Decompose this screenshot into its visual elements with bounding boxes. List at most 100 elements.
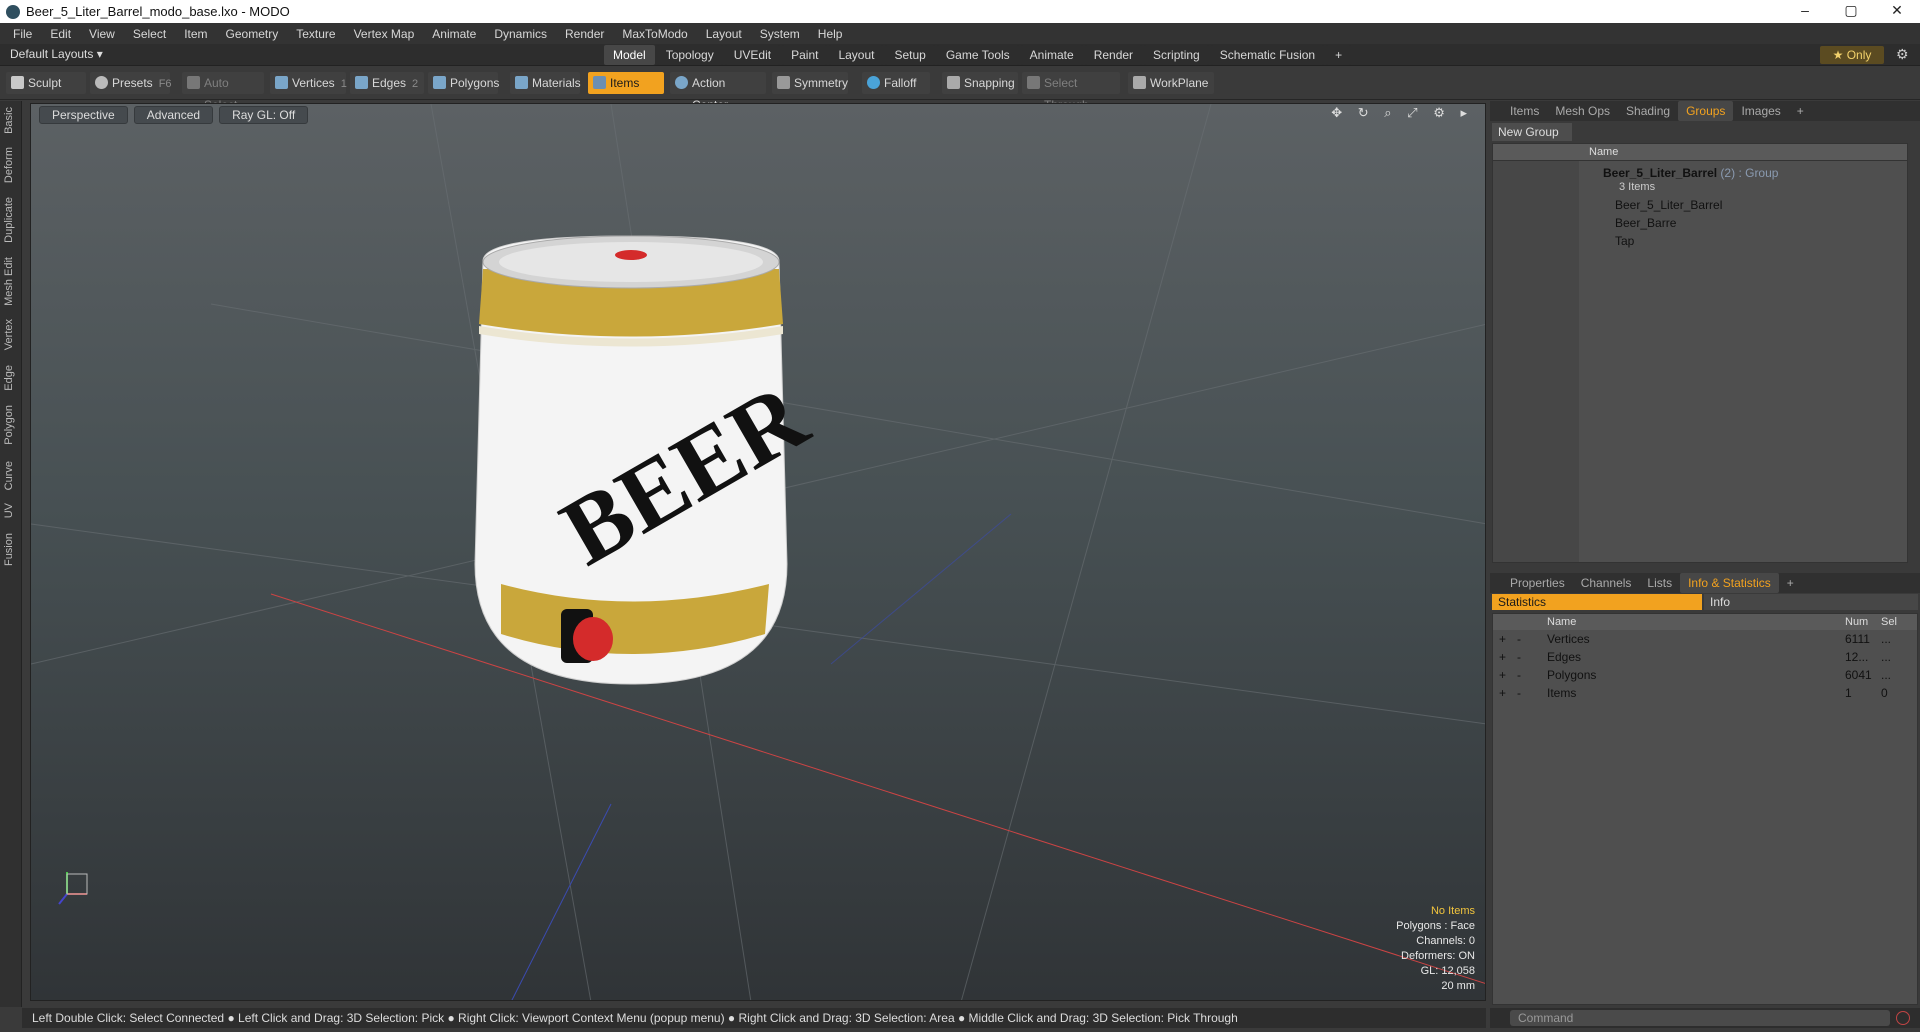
left-tab-uv[interactable]: UV bbox=[3, 503, 15, 518]
tab-channels[interactable]: Channels bbox=[1573, 573, 1640, 593]
tree-item-barrel[interactable]: Beer_5_Liter_Barrel bbox=[1493, 196, 1907, 214]
presets-button[interactable]: Presets F6 bbox=[90, 72, 172, 94]
tab-paint[interactable]: Paint bbox=[782, 45, 828, 65]
tab-mesh-ops[interactable]: Mesh Ops bbox=[1547, 101, 1618, 121]
vertices-button[interactable]: Vertices 1 bbox=[270, 72, 347, 94]
left-tab-mesh-edit[interactable]: Mesh Edit bbox=[3, 257, 15, 306]
add-stats-tab-button[interactable]: + bbox=[1779, 573, 1802, 593]
tab-render[interactable]: Render bbox=[1084, 45, 1143, 65]
tree-item-tap[interactable]: Tap bbox=[1493, 232, 1907, 250]
minimize-button[interactable]: – bbox=[1782, 0, 1828, 23]
items-button[interactable]: Items bbox=[588, 72, 664, 94]
subtab-info[interactable]: Info bbox=[1704, 594, 1918, 610]
polygons-button[interactable]: Polygons bbox=[428, 72, 499, 94]
tab-setup[interactable]: Setup bbox=[885, 45, 935, 65]
expand-plus-icon[interactable]: + bbox=[1499, 630, 1506, 648]
collapse-minus-icon[interactable]: - bbox=[1517, 684, 1521, 702]
expand-plus-icon[interactable]: + bbox=[1499, 684, 1506, 702]
maximize-button[interactable]: ▢ bbox=[1828, 0, 1874, 23]
menu-vertex-map[interactable]: Vertex Map bbox=[345, 27, 424, 41]
raygl-toggle[interactable]: Ray GL: Off bbox=[219, 106, 309, 124]
menu-file[interactable]: File bbox=[4, 27, 41, 41]
tab-uvedit[interactable]: UVEdit bbox=[724, 45, 781, 65]
menu-layout[interactable]: Layout bbox=[697, 27, 751, 41]
subtab-statistics[interactable]: Statistics bbox=[1492, 594, 1702, 610]
tab-lists[interactable]: Lists bbox=[1639, 573, 1680, 593]
tab-properties[interactable]: Properties bbox=[1502, 573, 1573, 593]
symmetry-button[interactable]: Symmetry bbox=[772, 72, 848, 94]
stats-row-sel: ... bbox=[1881, 632, 1892, 646]
table-row[interactable]: + - Polygons 6041 ... bbox=[1493, 666, 1917, 684]
left-tab-fusion[interactable]: Fusion bbox=[3, 533, 15, 566]
auto-select-icon bbox=[187, 76, 200, 89]
default-layouts-dropdown[interactable]: Default Layouts ▾ bbox=[10, 47, 103, 61]
add-tab-button[interactable]: + bbox=[1326, 45, 1352, 65]
record-icon[interactable] bbox=[1896, 1011, 1910, 1025]
materials-button[interactable]: Materials bbox=[510, 72, 581, 94]
tab-items[interactable]: Items bbox=[1502, 101, 1547, 121]
tab-info-statistics[interactable]: Info & Statistics bbox=[1680, 573, 1779, 593]
tab-game-tools[interactable]: Game Tools bbox=[936, 45, 1019, 65]
close-button[interactable]: ✕ bbox=[1874, 0, 1920, 23]
tab-groups[interactable]: Groups bbox=[1678, 101, 1734, 121]
left-tab-vertex[interactable]: Vertex bbox=[3, 319, 15, 350]
3d-viewport[interactable]: BEER Perspective Advanced Ray GL: Off ✥ … bbox=[30, 103, 1486, 1001]
perspective-dropdown[interactable]: Perspective bbox=[39, 106, 128, 124]
menu-dynamics[interactable]: Dynamics bbox=[485, 27, 556, 41]
advanced-dropdown[interactable]: Advanced bbox=[133, 106, 214, 124]
tab-shading[interactable]: Shading bbox=[1618, 101, 1678, 121]
left-tab-polygon[interactable]: Polygon bbox=[3, 405, 15, 445]
new-group-button[interactable]: New Group bbox=[1492, 123, 1572, 141]
left-tab-curve[interactable]: Curve bbox=[3, 461, 15, 490]
menu-texture[interactable]: Texture bbox=[287, 27, 344, 41]
sculpt-button[interactable]: Sculpt bbox=[6, 72, 86, 94]
tab-images[interactable]: Images bbox=[1733, 101, 1788, 121]
collapse-minus-icon[interactable]: - bbox=[1517, 648, 1521, 666]
left-tab-edge[interactable]: Edge bbox=[3, 365, 15, 391]
menu-item[interactable]: Item bbox=[175, 27, 216, 41]
falloff-icon bbox=[867, 76, 880, 89]
beer-barrel-model[interactable]: BEER bbox=[474, 235, 825, 685]
falloff-button[interactable]: Falloff bbox=[862, 72, 930, 94]
tab-model[interactable]: Model bbox=[604, 45, 655, 65]
action-center-button[interactable]: Action Center bbox=[670, 72, 766, 112]
tab-scripting[interactable]: Scripting bbox=[1144, 45, 1209, 65]
title-bar: Beer_5_Liter_Barrel_modo_base.lxo - MODO… bbox=[0, 0, 1920, 23]
tab-topology[interactable]: Topology bbox=[656, 45, 723, 65]
tab-schematic-fusion[interactable]: Schematic Fusion bbox=[1210, 45, 1325, 65]
select-through-button[interactable]: Select Through bbox=[1022, 72, 1120, 112]
menu-select[interactable]: Select bbox=[124, 27, 175, 41]
expand-plus-icon[interactable]: + bbox=[1499, 666, 1506, 684]
tree-item-beer-barre[interactable]: Beer_Barre bbox=[1493, 214, 1907, 232]
tab-animate[interactable]: Animate bbox=[1020, 45, 1083, 65]
menu-system[interactable]: System bbox=[751, 27, 809, 41]
edges-button[interactable]: Edges 2 bbox=[350, 72, 424, 94]
left-tool-tabs: Basic Deform Duplicate Mesh Edit Vertex … bbox=[0, 101, 22, 1007]
polygons-mode-text: Polygons : Face bbox=[1396, 920, 1475, 932]
add-panel-tab-button[interactable]: + bbox=[1789, 101, 1812, 121]
table-row[interactable]: + - Items 1 0 bbox=[1493, 684, 1917, 702]
table-row[interactable]: + - Vertices 6111 ... bbox=[1493, 630, 1917, 648]
command-input[interactable]: Command bbox=[1510, 1010, 1890, 1026]
only-toggle[interactable]: ★ Only bbox=[1820, 46, 1884, 64]
left-tab-basic[interactable]: Basic bbox=[3, 107, 15, 134]
menu-edit[interactable]: Edit bbox=[41, 27, 80, 41]
collapse-minus-icon[interactable]: - bbox=[1517, 630, 1521, 648]
workplane-button[interactable]: WorkPlane bbox=[1128, 72, 1214, 94]
left-tab-deform[interactable]: Deform bbox=[3, 147, 15, 183]
menu-view[interactable]: View bbox=[80, 27, 124, 41]
menu-animate[interactable]: Animate bbox=[423, 27, 485, 41]
menu-maxtomodo[interactable]: MaxToModo bbox=[613, 27, 696, 41]
tab-layout[interactable]: Layout bbox=[829, 45, 884, 65]
menu-render[interactable]: Render bbox=[556, 27, 613, 41]
table-row[interactable]: + - Edges 12... ... bbox=[1493, 648, 1917, 666]
menu-geometry[interactable]: Geometry bbox=[217, 27, 288, 41]
viewport-nav-tools[interactable]: ✥ ↻ ⌕ ⤢ ⚙ ▸ bbox=[1331, 105, 1473, 121]
left-tab-duplicate[interactable]: Duplicate bbox=[3, 197, 15, 243]
expand-plus-icon[interactable]: + bbox=[1499, 648, 1506, 666]
collapse-minus-icon[interactable]: - bbox=[1517, 666, 1521, 684]
snapping-button[interactable]: Snapping bbox=[942, 72, 1018, 94]
auto-select-button[interactable]: Auto Select bbox=[182, 72, 264, 112]
menu-help[interactable]: Help bbox=[809, 27, 852, 41]
gear-icon[interactable]: ⚙ bbox=[1896, 46, 1909, 63]
